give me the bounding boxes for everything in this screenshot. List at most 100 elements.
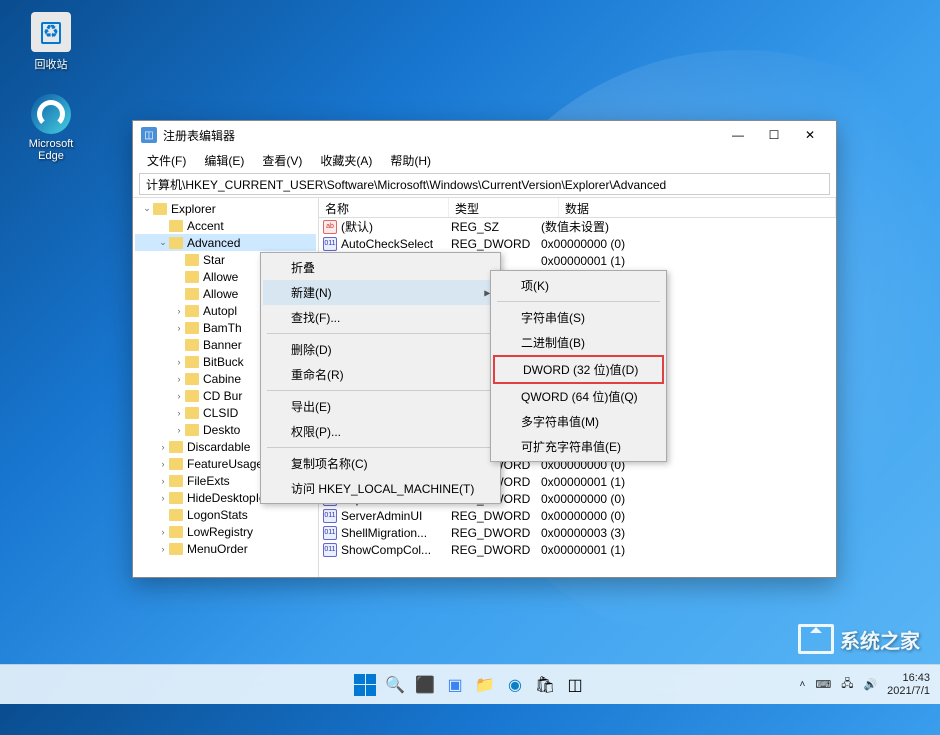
cell-name: ShellMigration... — [341, 526, 451, 540]
menu-item[interactable]: 文件(F) — [139, 150, 194, 171]
list-row[interactable]: 011ShellMigration...REG_DWORD0x00000003 … — [319, 524, 836, 541]
list-row[interactable]: 011ServerAdminUIREG_DWORD0x00000000 (0) — [319, 507, 836, 524]
expand-icon[interactable]: ⌄ — [157, 237, 169, 248]
context-menu-item[interactable]: DWORD (32 位)值(D) — [493, 355, 664, 384]
list-header: 名称 类型 数据 — [319, 198, 836, 218]
start-button[interactable] — [353, 673, 377, 697]
expand-icon[interactable]: › — [173, 391, 185, 401]
expand-icon[interactable]: › — [157, 459, 169, 469]
list-row[interactable]: 011ShowCompCol...REG_DWORD0x00000001 (1) — [319, 541, 836, 558]
folder-icon — [185, 254, 199, 266]
store-icon[interactable]: 🛍 — [533, 673, 557, 697]
watermark-text: 系统之家 — [840, 625, 920, 654]
tree-item[interactable]: ⌄Explorer — [135, 200, 316, 217]
desktop-edge[interactable]: Microsoft Edge — [16, 94, 86, 162]
menu-item[interactable]: 编辑(E) — [196, 150, 252, 171]
folder-icon — [185, 407, 199, 419]
tree-item[interactable]: ›LowRegistry — [135, 523, 316, 540]
context-menu-item[interactable]: 可扩充字符串值(E) — [493, 434, 664, 459]
address-bar[interactable]: 计算机\HKEY_CURRENT_USER\Software\Microsoft… — [139, 173, 830, 195]
cell-data: 0x00000001 (1) — [541, 543, 836, 557]
menu-separator — [497, 301, 660, 302]
menu-item[interactable]: 帮助(H) — [382, 150, 439, 171]
watermark: 系统之家 — [798, 624, 920, 654]
col-name-header[interactable]: 名称 — [319, 198, 449, 217]
context-menu-item[interactable]: 删除(D) — [263, 337, 498, 362]
tree-item-label: CLSID — [203, 406, 238, 420]
context-menu-item[interactable]: 字符串值(S) — [493, 305, 664, 330]
tree-item[interactable]: Accent — [135, 217, 316, 234]
string-value-icon: ab — [323, 220, 337, 234]
search-icon[interactable]: 🔍 — [383, 673, 407, 697]
folder-icon — [169, 220, 183, 232]
folder-icon — [169, 237, 183, 249]
context-menu-item[interactable]: 复制项名称(C) — [263, 451, 498, 476]
expand-icon[interactable]: › — [157, 527, 169, 537]
tree-item-label: Star — [203, 253, 225, 267]
context-menu-item[interactable]: 重命名(R) — [263, 362, 498, 387]
menu-item[interactable]: 查看(V) — [254, 150, 310, 171]
cell-type: REG_DWORD — [451, 237, 541, 251]
context-menu-item[interactable]: 访问 HKEY_LOCAL_MACHINE(T) — [263, 476, 498, 501]
expand-icon[interactable]: › — [173, 374, 185, 384]
folder-icon — [185, 271, 199, 283]
col-data-header[interactable]: 数据 — [559, 198, 836, 217]
expand-icon[interactable]: › — [173, 425, 185, 435]
col-type-header[interactable]: 类型 — [449, 198, 559, 217]
tray-input-icon[interactable]: ⌨ — [815, 678, 831, 691]
titlebar[interactable]: 注册表编辑器 — ☐ ✕ — [133, 121, 836, 149]
expand-icon[interactable]: ⌄ — [141, 203, 153, 214]
expand-icon[interactable]: › — [157, 493, 169, 503]
tray-overflow-icon[interactable]: ˄ — [799, 679, 805, 690]
context-menu-item[interactable]: 多字符串值(M) — [493, 409, 664, 434]
tree-item[interactable]: LogonStats — [135, 506, 316, 523]
desktop-recycle-bin[interactable]: 回收站 — [16, 12, 86, 72]
expand-icon[interactable]: › — [173, 357, 185, 367]
context-menu-item[interactable]: 权限(P)... — [263, 419, 498, 444]
expand-icon[interactable]: › — [173, 306, 185, 316]
context-menu-item[interactable]: QWORD (64 位)值(Q) — [493, 384, 664, 409]
minimize-button[interactable]: — — [720, 124, 756, 146]
tree-item[interactable]: ⌄Advanced — [135, 234, 316, 251]
context-menu-item[interactable]: 查找(F)... — [263, 305, 498, 330]
menu-separator — [267, 447, 494, 448]
expand-icon[interactable]: › — [157, 544, 169, 554]
list-row[interactable]: 011AutoCheckSelectREG_DWORD0x00000000 (0… — [319, 235, 836, 252]
expand-icon[interactable]: › — [173, 323, 185, 333]
recycle-bin-label: 回收站 — [16, 56, 86, 72]
tray-network-icon[interactable]: 🖧 — [841, 675, 853, 694]
expand-icon[interactable]: › — [157, 442, 169, 452]
context-menu-item[interactable]: 折叠 — [263, 255, 498, 280]
context-menu-item[interactable]: 二进制值(B) — [493, 330, 664, 355]
folder-icon — [185, 356, 199, 368]
expand-icon[interactable]: › — [173, 408, 185, 418]
tree-item[interactable]: ›MenuOrder — [135, 540, 316, 557]
watermark-icon — [798, 624, 834, 654]
folder-icon — [185, 322, 199, 334]
address-text: 计算机\HKEY_CURRENT_USER\Software\Microsoft… — [146, 176, 666, 193]
tree-item-label: BamTh — [203, 321, 242, 335]
dword-value-icon: 011 — [323, 509, 337, 523]
tree-item-label: Banner — [203, 338, 242, 352]
expand-icon[interactable]: › — [157, 476, 169, 486]
taskview-icon[interactable]: ⬛ — [413, 673, 437, 697]
close-button[interactable]: ✕ — [792, 124, 828, 146]
context-menu-item[interactable]: 新建(N) — [263, 280, 498, 305]
widgets-icon[interactable]: ▣ — [443, 673, 467, 697]
context-menu-item[interactable]: 导出(E) — [263, 394, 498, 419]
edge-taskbar-icon[interactable]: ◉ — [503, 673, 527, 697]
regedit-taskbar-icon[interactable]: ◫ — [563, 673, 587, 697]
tray-clock[interactable]: 16:43 2021/7/1 — [887, 672, 930, 696]
maximize-button[interactable]: ☐ — [756, 124, 792, 146]
tree-item-label: Cabine — [203, 372, 241, 386]
explorer-icon[interactable]: 📁 — [473, 673, 497, 697]
recycle-bin-icon — [31, 12, 71, 52]
menu-item[interactable]: 收藏夹(A) — [312, 150, 380, 171]
cell-data: 0x00000001 (1) — [541, 475, 836, 489]
dword-value-icon: 011 — [323, 543, 337, 557]
tray-volume-icon[interactable]: 🔊 — [863, 678, 877, 691]
context-menu-new: 项(K) 字符串值(S)二进制值(B)DWORD (32 位)值(D)QWORD … — [490, 270, 667, 462]
tree-item-label: Discardable — [187, 440, 250, 454]
list-row[interactable]: ab(默认)REG_SZ(数值未设置) — [319, 218, 836, 235]
context-menu-item[interactable]: 项(K) — [493, 273, 664, 298]
